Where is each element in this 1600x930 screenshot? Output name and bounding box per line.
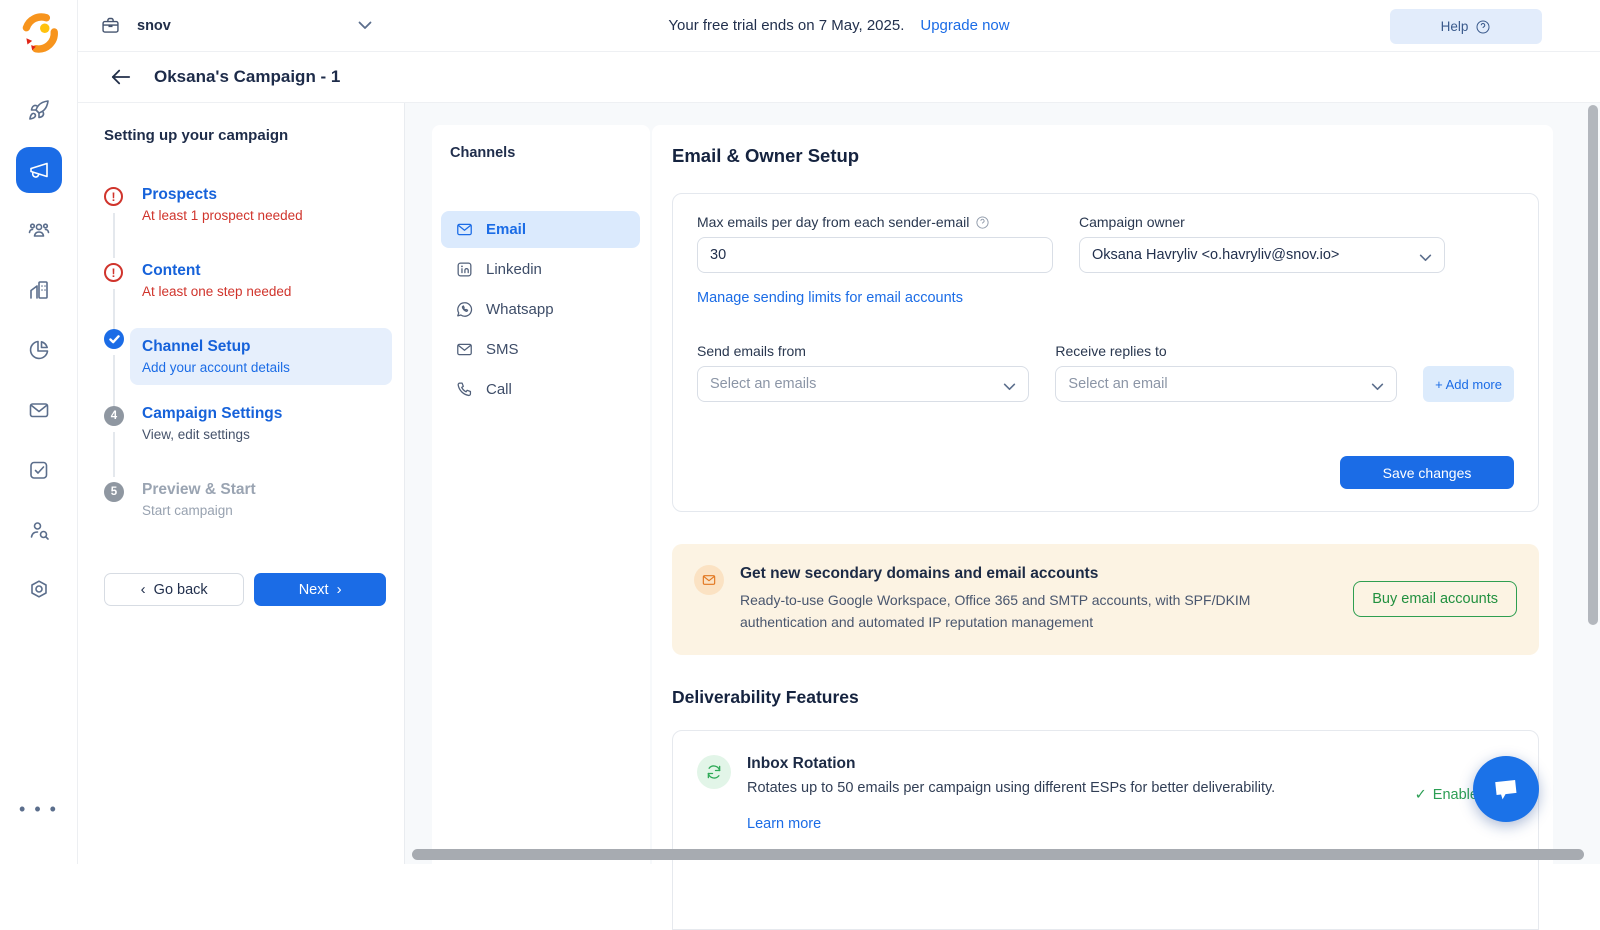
save-changes-button[interactable]: Save changes [1340,456,1514,489]
arrow-left-icon [111,68,131,86]
step-subtitle: Start campaign [142,503,386,518]
step-prospects[interactable]: ! Prospects At least 1 prospect needed [104,186,386,232]
banner-body: Ready-to-use Google Workspace, Office 36… [740,589,1285,634]
rocket-icon[interactable] [16,87,62,133]
steps-heading: Setting up your campaign [104,127,386,144]
tasks-checkbox-icon[interactable] [16,447,62,493]
channel-item-linkedin[interactable]: Linkedin [441,251,640,288]
sms-envelope-icon [455,340,474,359]
channels-panel: Channels Email Linkedin Whatsapp SMS Cal… [432,125,650,864]
content-area: Channels Email Linkedin Whatsapp SMS Cal… [405,103,1600,864]
campaign-setup-steps-panel: Setting up your campaign ! Prospects At … [78,103,405,864]
channel-item-sms[interactable]: SMS [441,331,640,368]
companies-building-icon[interactable] [16,267,62,313]
step-channel-setup[interactable]: Channel Setup Add your account details [104,328,386,385]
max-emails-input[interactable] [697,237,1053,273]
chevron-down-icon [358,17,372,35]
question-circle-icon [1475,19,1491,35]
phone-icon [455,380,474,399]
horizontal-scrollbar[interactable] [412,849,1584,860]
step-title: Campaign Settings [142,405,386,423]
integrations-hexagon-icon[interactable] [16,567,62,613]
step-subtitle: Add your account details [142,360,380,375]
section-title: Email & Owner Setup [672,145,1539,167]
inbox-rotation-card: Inbox Rotation Rotates up to 50 emails p… [672,730,1539,930]
max-emails-label: Max emails per day from each sender-emai… [697,214,1053,230]
sender-settings-card: Max emails per day from each sender-emai… [672,193,1539,512]
channel-item-whatsapp[interactable]: Whatsapp [441,291,640,328]
whatsapp-icon [455,300,474,319]
campaign-header: Oksana's Campaign - 1 [78,52,1600,103]
manage-sending-limits-link[interactable]: Manage sending limits for email accounts [697,290,963,306]
buy-domains-banner: Get new secondary domains and email acco… [672,544,1539,655]
live-chat-button[interactable] [1473,756,1539,822]
feature-description: Rotates up to 50 emails per campaign usi… [747,780,1275,796]
step-number-badge: 5 [104,482,124,502]
campaigns-megaphone-icon[interactable] [16,147,62,193]
reports-pie-icon[interactable] [16,327,62,373]
step-content[interactable]: ! Content At least one step needed [104,262,386,308]
warning-icon: ! [104,263,123,282]
linkedin-icon [455,260,474,279]
email-owner-setup-panel: Email & Owner Setup Max emails per day f… [652,125,1553,864]
receive-replies-select[interactable]: Select an email [1055,366,1397,402]
step-title: Prospects [142,186,386,204]
step-preview-start[interactable]: 5 Preview & Start Start campaign [104,481,386,527]
vertical-scrollbar[interactable] [1588,105,1598,625]
channel-item-email[interactable]: Email [441,211,640,248]
trial-text: Your free trial ends on 7 May, 2025. [668,17,904,34]
go-back-button[interactable]: ‹ Go back [104,573,244,606]
next-button[interactable]: Next › [254,573,386,606]
feature-title: Inbox Rotation [747,755,1275,773]
help-button[interactable]: Help [1390,9,1542,44]
app-sidebar-rail: • • • [0,0,78,864]
workspace-name: snov [137,18,171,34]
step-subtitle: At least 1 prospect needed [142,208,386,223]
warning-icon: ! [104,187,123,206]
people-search-icon[interactable] [16,507,62,553]
step-number-badge: 4 [104,406,124,426]
step-subtitle: At least one step needed [142,284,386,299]
email-icon [455,220,474,239]
more-options-icon[interactable]: • • • [19,799,58,820]
buy-email-accounts-button[interactable]: Buy email accounts [1353,581,1517,617]
deliverability-heading: Deliverability Features [672,687,1539,708]
send-emails-from-select[interactable]: Select an emails [697,366,1029,402]
workspace-selector[interactable]: snov [100,15,372,36]
campaign-title: Oksana's Campaign - 1 [154,67,340,87]
step-campaign-settings[interactable]: 4 Campaign Settings View, edit settings [104,405,386,451]
upgrade-now-link[interactable]: Upgrade now [920,17,1009,34]
chevron-right-icon: › [337,581,342,598]
tooltip-question-icon[interactable] [975,215,990,230]
help-label: Help [1441,19,1469,34]
chevron-down-icon [1371,379,1384,395]
chevron-down-icon [1003,379,1016,395]
learn-more-link[interactable]: Learn more [747,816,821,832]
check-icon: ✓ [1415,787,1427,803]
orange-envelope-icon [694,565,724,595]
campaign-owner-select[interactable]: Oksana Havryliv <o.havryliv@snov.io> [1079,237,1445,273]
top-bar: snov Your free trial ends on 7 May, 2025… [78,0,1600,52]
chat-speech-icon [1488,771,1523,806]
step-title: Preview & Start [142,481,386,499]
channel-item-call[interactable]: Call [441,371,640,408]
step-subtitle: View, edit settings [142,427,386,442]
send-emails-from-label: Send emails from [697,343,1029,359]
back-arrow-button[interactable] [106,62,136,92]
email-icon[interactable] [16,387,62,433]
check-circle-icon [104,329,124,349]
chevron-left-icon: ‹ [141,581,146,598]
briefcase-icon [100,15,121,36]
add-more-button[interactable]: + Add more [1423,366,1514,402]
chevron-down-icon [1419,250,1432,266]
banner-title: Get new secondary domains and email acco… [740,565,1285,583]
snov-logo[interactable] [18,12,60,59]
prospects-people-icon[interactable] [16,207,62,253]
step-title: Content [142,262,386,280]
receive-replies-label: Receive replies to [1055,343,1397,359]
step-title: Channel Setup [142,338,380,356]
channels-heading: Channels [450,145,636,161]
rotation-arrows-icon [697,755,731,789]
campaign-owner-label: Campaign owner [1079,214,1445,230]
